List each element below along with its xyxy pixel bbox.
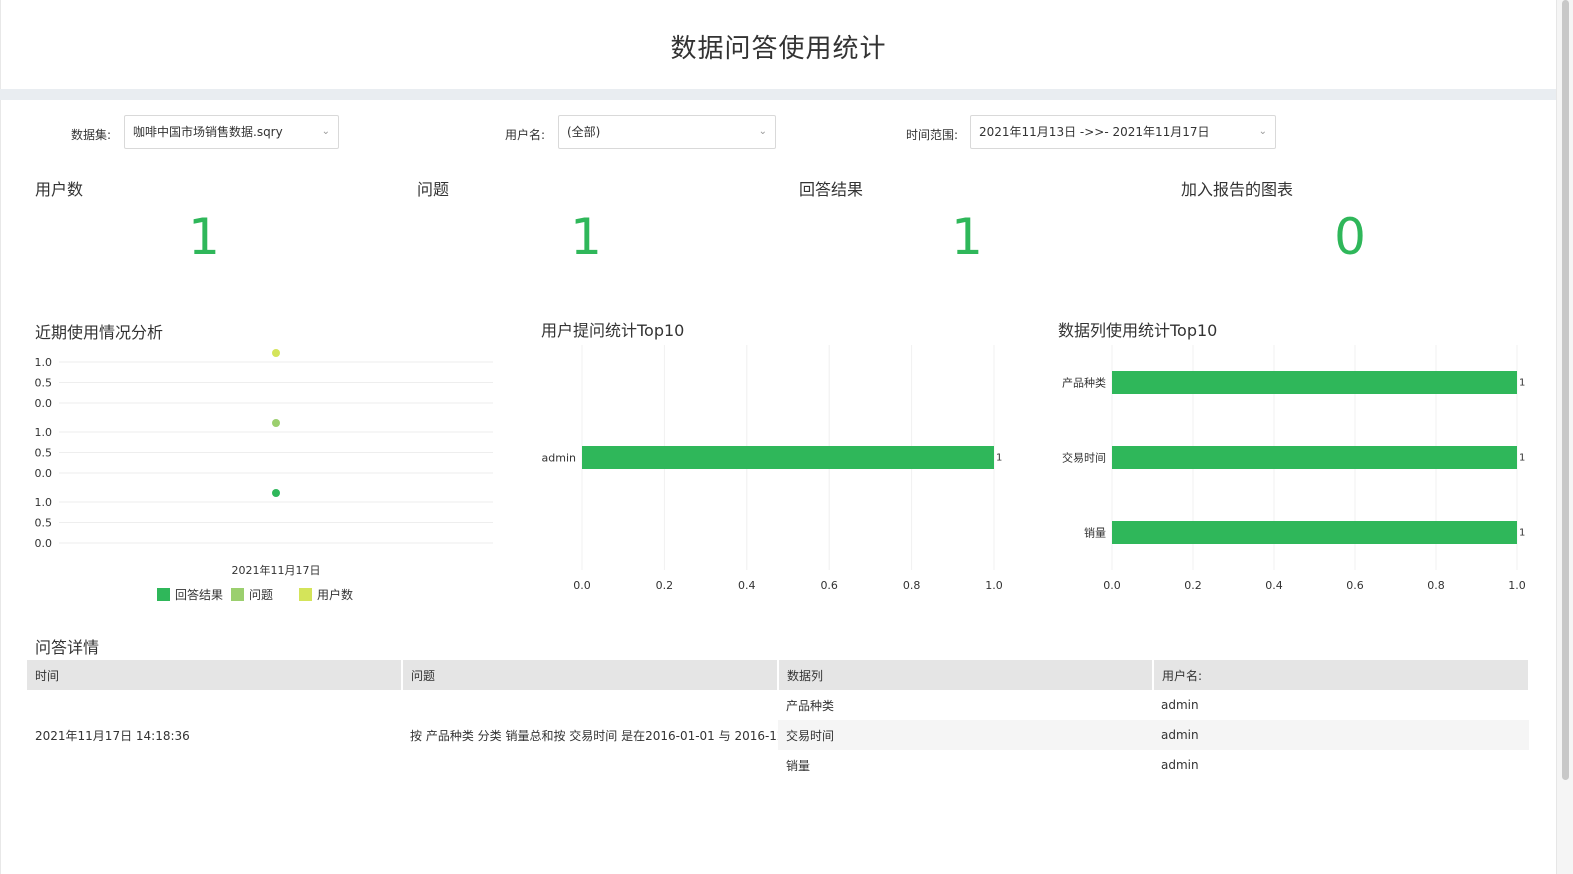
time-range-select[interactable]: 2021年11月13日 ->>- 2021年11月17日 ⌄ — [970, 115, 1276, 149]
cell-column: 产品种类 — [786, 698, 835, 713]
x-tick-label: 1.0 — [985, 579, 1003, 592]
column-top10-chart: 0.0 0.2 0.4 0.6 0.8 1.0 产品种类 1 交易时间 1 销量 1 — [1062, 345, 1526, 592]
x-tick-label: 0.0 — [1103, 579, 1121, 592]
legend-label: 回答结果 — [175, 588, 224, 602]
legend-swatch — [299, 588, 313, 601]
chevron-down-icon: ⌄ — [1258, 126, 1267, 137]
x-tick-label: 0.6 — [820, 579, 838, 592]
x-tick-label: 1.0 — [1508, 579, 1526, 592]
x-tick-label: 2021年11月17日 — [232, 563, 321, 577]
legend-swatch — [157, 588, 170, 601]
chevron-down-icon: ⌄ — [321, 126, 330, 137]
column-top10-title: 数据列使用统计Top10 — [1058, 321, 1218, 340]
bar — [582, 446, 994, 469]
stat-label-answers: 回答结果 — [799, 180, 864, 199]
y-tick-label: 0.0 — [35, 397, 53, 410]
legend-item-questions[interactable]: 问题 — [231, 586, 273, 603]
value-label: 1 — [1519, 378, 1525, 389]
dataset-select-value: 咖啡中国市场销售数据.sqry — [133, 125, 283, 139]
user-top10-title: 用户提问统计Top10 — [541, 321, 685, 340]
stat-label-charts: 加入报告的图表 — [1181, 180, 1294, 199]
y-tick-label: 0.0 — [35, 537, 53, 550]
y-tick-label: 1.0 — [35, 496, 53, 509]
col-header-column[interactable]: 数据列 — [778, 660, 1154, 690]
user-label: 用户名: — [505, 128, 546, 142]
dataset-select[interactable]: 咖啡中国市场销售数据.sqry ⌄ — [124, 115, 339, 149]
category-label: admin — [542, 452, 576, 465]
bar — [1112, 521, 1517, 544]
user-select[interactable]: (全部) ⌄ — [558, 115, 776, 149]
col-header-user[interactable]: 用户名: — [1153, 660, 1530, 690]
x-tick-label: 0.8 — [903, 579, 921, 592]
x-tick-label: 0.0 — [573, 579, 591, 592]
table-header-row: 时间 问题 数据列 用户名: — [27, 660, 1530, 690]
x-tick-label: 0.4 — [1265, 579, 1283, 592]
chevron-down-icon: ⌄ — [758, 126, 767, 137]
col-header-time[interactable]: 时间 — [27, 660, 403, 690]
value-label: 1 — [996, 453, 1002, 464]
time-range-value: 2021年11月13日 ->>- 2021年11月17日 — [979, 125, 1210, 139]
vertical-scrollbar[interactable] — [1556, 0, 1573, 874]
bar — [1112, 371, 1517, 394]
cell-user: admin — [1161, 758, 1199, 772]
dataset-label: 数据集: — [71, 128, 112, 142]
col-header-question[interactable]: 问题 — [402, 660, 779, 690]
stat-label-users: 用户数 — [35, 180, 84, 199]
stat-value-questions: 1 — [570, 208, 602, 266]
qa-details-title: 问答详情 — [35, 638, 100, 657]
qa-details-table: 时间 问题 数据列 用户名: 2021年11月17日 14:18:36 按 产品… — [27, 660, 1530, 780]
scrollbar-thumb[interactable] — [1562, 0, 1569, 780]
y-tick-label: 0.5 — [35, 517, 53, 530]
legend-item-users[interactable]: 用户数 — [299, 586, 353, 603]
data-point-2 — [272, 489, 280, 497]
time-range-label: 时间范围: — [906, 128, 959, 142]
dashboard-main: 数据集: 咖啡中国市场销售数据.sqry ⌄ 用户名: (全部) ⌄ 时间范围:… — [0, 100, 1556, 874]
page-header: 数据问答使用统计 — [0, 0, 1556, 89]
legend-item-answers[interactable]: 回答结果 — [157, 586, 223, 603]
category-label: 产品种类 — [1062, 376, 1106, 390]
stat-value-answers: 1 — [951, 208, 983, 266]
value-label: 1 — [1519, 453, 1525, 464]
stat-value-users: 1 — [188, 208, 220, 266]
cell-user: admin — [1153, 720, 1529, 750]
user-select-value: (全部) — [567, 125, 601, 139]
x-tick-label: 0.2 — [1184, 579, 1202, 592]
x-tick-label: 0.4 — [738, 579, 756, 592]
y-tick-label: 0.5 — [35, 377, 53, 390]
category-label: 销量 — [1084, 526, 1106, 540]
y-tick-label: 0.5 — [35, 447, 53, 460]
x-tick-label: 0.2 — [656, 579, 674, 592]
legend-swatch — [231, 588, 245, 601]
cell-user: admin — [1161, 698, 1199, 712]
user-top10-chart: 0.0 0.2 0.4 0.6 0.8 1.0 admin 1 — [542, 345, 1003, 592]
recent-usage-legend: 回答结果 问题 用户数 — [157, 586, 361, 603]
stat-label-questions: 问题 — [417, 180, 450, 199]
legend-label: 问题 — [249, 588, 274, 602]
recent-usage-chart: 1.0 0.5 0.0 1.0 0.5 0.0 1.0 0.5 0.0 2021年11月17日 — [35, 349, 493, 577]
cell-column: 销量 — [786, 758, 811, 773]
bar — [1112, 446, 1517, 469]
cell-question: 按 产品种类 分类 销量总和按 交易时间 是在2016-01-01 与 2016… — [410, 728, 778, 743]
x-tick-label: 0.8 — [1427, 579, 1445, 592]
stat-value-charts: 0 — [1334, 208, 1366, 266]
category-label: 交易时间 — [1062, 451, 1106, 465]
x-tick-label: 0.6 — [1346, 579, 1364, 592]
y-tick-label: 0.0 — [35, 467, 53, 480]
cell-column: 交易时间 — [778, 720, 1153, 750]
header-separator — [0, 89, 1556, 100]
data-point-0 — [272, 349, 280, 357]
cell-time: 2021年11月17日 14:18:36 — [35, 728, 190, 743]
table-row[interactable]: 2021年11月17日 14:18:36 按 产品种类 分类 销量总和按 交易时… — [27, 690, 1529, 743]
y-tick-label: 1.0 — [35, 356, 53, 369]
legend-label: 用户数 — [317, 588, 354, 602]
y-tick-label: 1.0 — [35, 426, 53, 439]
data-point-1 — [272, 419, 280, 427]
value-label: 1 — [1519, 528, 1525, 539]
page-title: 数据问答使用统计 — [670, 34, 887, 64]
